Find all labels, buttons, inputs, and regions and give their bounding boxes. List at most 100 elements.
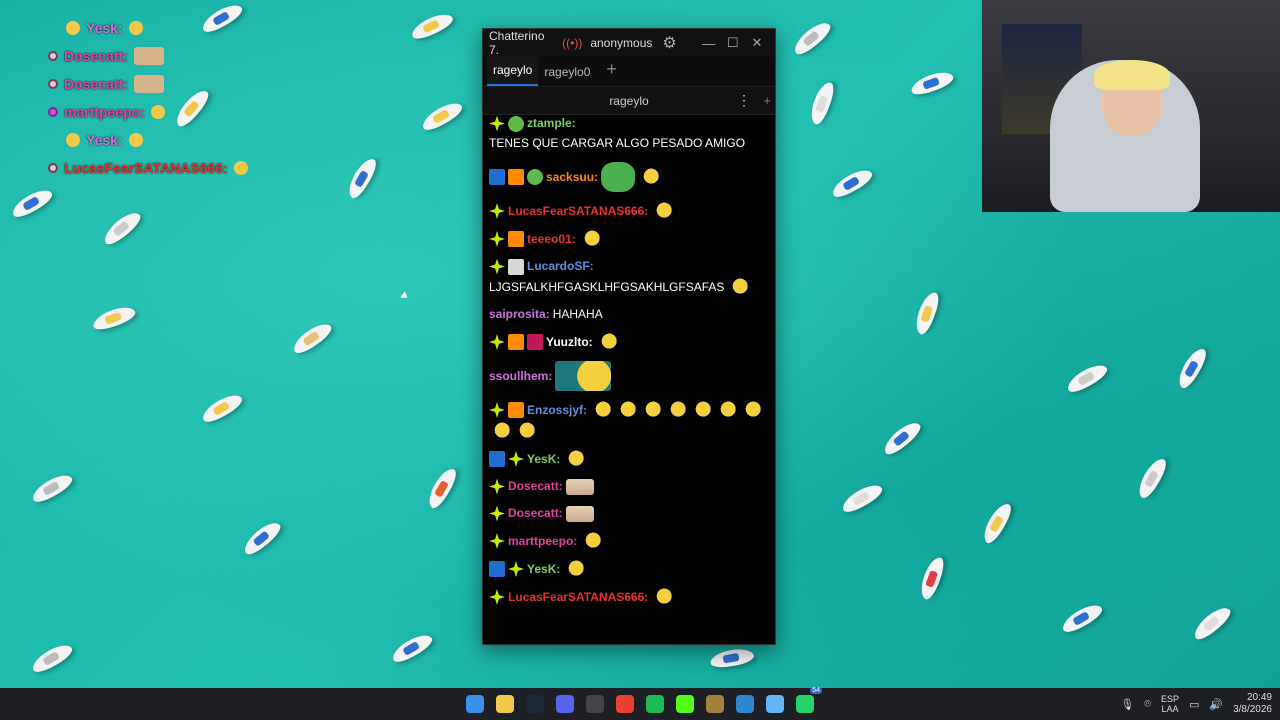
chat-message[interactable]: ssoullhem: [489, 361, 767, 391]
chat-message[interactable]: marttpeepo: [489, 532, 767, 550]
face-emote-icon[interactable] [595, 333, 618, 351]
maximize-button[interactable]: ☐ [721, 35, 745, 51]
face-emote-icon[interactable] [615, 401, 638, 419]
obs-icon[interactable] [586, 695, 604, 713]
spotify-icon[interactable] [646, 695, 664, 713]
sub-badge-icon[interactable] [508, 231, 524, 247]
more-options-icon[interactable]: ⋮ [737, 92, 751, 109]
chat-username[interactable]: marttpeepo: [508, 533, 577, 550]
chat-username[interactable]: sacksuu: [546, 169, 598, 186]
face-emote-icon[interactable] [514, 422, 536, 440]
face-emote-icon[interactable] [590, 401, 613, 419]
split-header[interactable]: rageylo ⋮ + [483, 87, 775, 115]
face-emote-icon[interactable] [651, 202, 674, 220]
clock[interactable]: 20:49 3/8/2026 [1233, 692, 1272, 716]
face-emote-icon[interactable] [580, 532, 603, 550]
vip-badge-icon[interactable] [489, 203, 505, 219]
chat-username[interactable]: Dosecatt: [508, 505, 563, 522]
chat-message[interactable]: saiprosita: HAHAHA [489, 306, 767, 323]
chat-message[interactable]: Dosecatt: [489, 478, 767, 495]
photo-emote-icon[interactable] [565, 478, 594, 495]
add-split-icon[interactable]: + [763, 93, 771, 108]
sub-badge-icon[interactable] [508, 334, 524, 350]
account-name[interactable]: anonymous [590, 36, 652, 50]
notepad-icon[interactable] [766, 695, 784, 713]
face-emote-icon[interactable] [563, 450, 586, 468]
tab-rageylo0[interactable]: rageylo0 [538, 56, 596, 86]
tab-rageylo[interactable]: rageylo [487, 56, 539, 86]
face-emote-icon[interactable] [651, 588, 674, 606]
discord-icon[interactable] [556, 695, 574, 713]
chat-message[interactable]: YesK: [489, 560, 767, 578]
vip-badge-icon[interactable] [489, 478, 505, 495]
vip-badge-icon[interactable] [508, 451, 524, 467]
vip-badge-icon[interactable] [489, 402, 505, 418]
chat-username[interactable]: LucasFearSATANAS666: [508, 203, 648, 220]
face-emote-icon[interactable] [563, 560, 586, 578]
chat-username[interactable]: teeeo01: [527, 231, 576, 248]
volume-icon[interactable]: 🔊 [1209, 698, 1223, 711]
kick-icon[interactable] [676, 695, 694, 713]
wolf-badge-icon[interactable] [508, 258, 524, 275]
chatterino-window[interactable]: Chatterino 7. ((•)) anonymous ⚙ — ☐ ✕ ra… [482, 28, 776, 645]
vip-badge-icon[interactable] [489, 533, 505, 549]
language-indicator[interactable]: ESP LAA [1161, 694, 1179, 714]
face-emote-icon[interactable] [665, 401, 688, 419]
chat-username[interactable]: ztample: [527, 115, 576, 132]
green-badge-icon[interactable] [508, 115, 524, 132]
sub-badge-icon[interactable] [508, 402, 524, 418]
network-icon[interactable]: ⌾ [1144, 698, 1151, 711]
live-broadcast-icon[interactable]: ((•)) [562, 36, 582, 50]
file-explorer-icon[interactable] [496, 695, 514, 713]
windows-start-icon[interactable] [466, 695, 484, 713]
chat-message[interactable]: Yuuzlto: [489, 333, 767, 351]
chat-message[interactable]: ztample: TENES QUE CARGAR ALGO PESADO AMI… [489, 115, 767, 152]
chat-username[interactable]: YesK: [527, 561, 560, 578]
vip-badge-icon[interactable] [489, 231, 505, 247]
face-emote-icon[interactable] [638, 168, 661, 186]
big-emote-icon[interactable] [555, 361, 612, 391]
mod-badge-icon[interactable] [489, 451, 505, 467]
photo-emote-icon[interactable] [565, 505, 594, 522]
chat-message[interactable]: sacksuu: [489, 162, 767, 192]
chat-message[interactable]: Enzossjyf: [489, 401, 767, 440]
vip-badge-icon[interactable] [489, 589, 505, 605]
chat-message[interactable]: LucardoSF: LJGSFALKHFGASKLHFGSAKHLGFSAFAS [489, 258, 767, 296]
settings-gear-icon[interactable]: ⚙ [662, 33, 676, 53]
chat-username[interactable]: ssoullhem: [489, 368, 552, 385]
mod-badge-icon[interactable] [489, 561, 505, 577]
whatsapp-icon[interactable]: 54 [796, 687, 822, 713]
chat-username[interactable]: LucardoSF: [527, 258, 594, 275]
face-emote-icon[interactable] [578, 230, 601, 248]
chat-username[interactable]: Dosecatt: [508, 478, 563, 495]
add-tab-icon[interactable]: + [596, 59, 627, 86]
pink-badge-icon[interactable] [527, 334, 543, 350]
vip-badge-icon[interactable] [489, 258, 505, 275]
face-emote-icon[interactable] [740, 401, 763, 419]
videogame-icon[interactable] [706, 695, 724, 713]
chat-message[interactable]: YesK: [489, 450, 767, 468]
steam-icon[interactable] [526, 695, 544, 713]
title-bar[interactable]: Chatterino 7. ((•)) anonymous ⚙ — ☐ ✕ [483, 29, 775, 57]
chat-message[interactable]: Dosecatt: [489, 505, 767, 522]
face-emote-icon[interactable] [489, 422, 511, 440]
chat-username[interactable]: YesK: [527, 451, 560, 468]
close-button[interactable]: ✕ [745, 35, 769, 51]
chat-username[interactable]: Yuuzlto: [546, 334, 593, 351]
face-emote-icon[interactable] [727, 278, 750, 296]
chat-message[interactable]: LucasFearSATANAS666: [489, 588, 767, 606]
chat-message[interactable]: teeeo01: [489, 230, 767, 248]
message-list[interactable]: ztample: TENES QUE CARGAR ALGO PESADO AMI… [483, 115, 773, 643]
mod-badge-icon[interactable] [489, 169, 505, 185]
chrome-icon[interactable] [616, 695, 634, 713]
minimize-button[interactable]: — [697, 36, 721, 51]
vip-badge-icon[interactable] [489, 505, 505, 522]
microphone-icon[interactable]: 🎙 [1120, 698, 1134, 711]
face-emote-icon[interactable] [715, 401, 738, 419]
display-icon[interactable]: ▭ [1189, 698, 1199, 711]
chat-username[interactable]: saiprosita: [489, 306, 550, 323]
chat-username[interactable]: LucasFearSATANAS666: [508, 589, 648, 606]
face-emote-icon[interactable] [640, 401, 663, 419]
green-badge-icon[interactable] [527, 169, 543, 185]
face-emote-icon[interactable] [690, 401, 713, 419]
